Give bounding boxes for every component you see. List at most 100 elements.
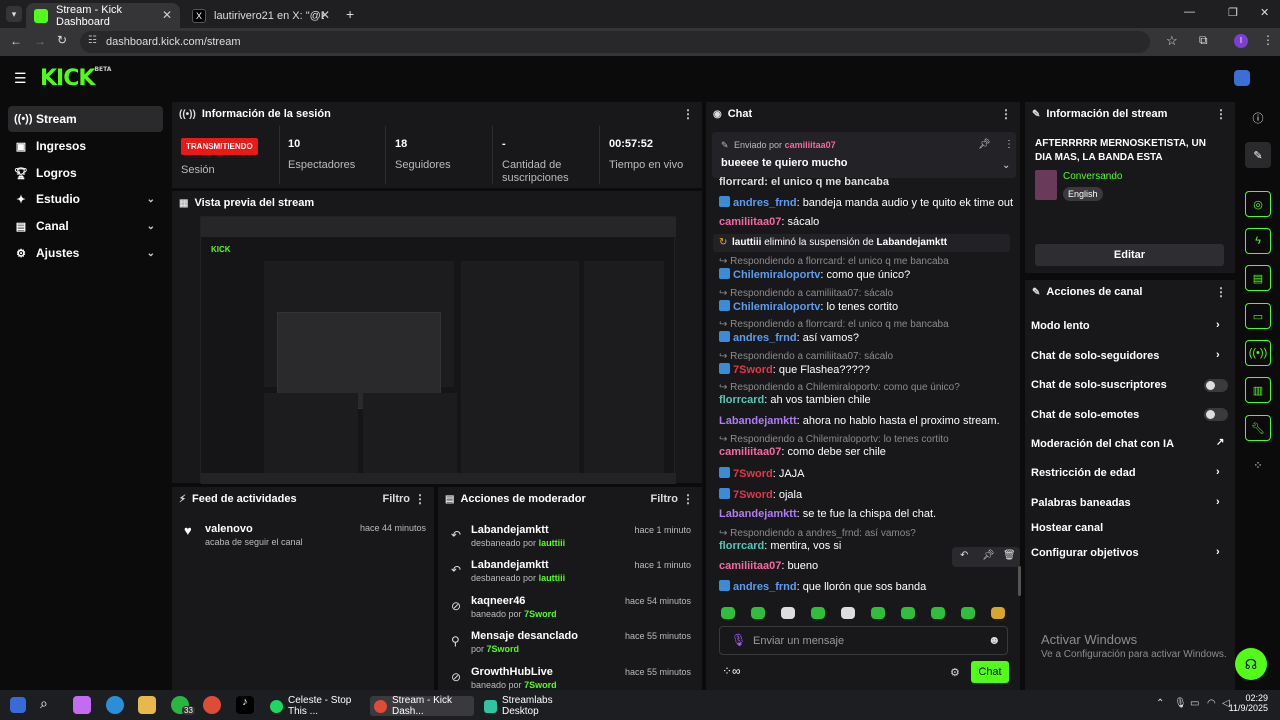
support-headset-icon[interactable]: ☊: [1235, 648, 1267, 680]
reload-icon[interactable]: ↻: [57, 33, 67, 47]
hamburger-menu-icon[interactable]: ☰: [14, 70, 27, 87]
wrench-icon[interactable]: 🔧︎: [1245, 415, 1271, 441]
clock[interactable]: 02:29 11/9/2025: [1229, 693, 1268, 713]
edge-icon[interactable]: [106, 696, 124, 714]
more-options-icon[interactable]: ⋮: [1215, 285, 1227, 299]
profile-avatar[interactable]: I: [1234, 34, 1248, 48]
chevron-right-icon[interactable]: ›: [1216, 349, 1220, 361]
battery-icon[interactable]: ▭: [1190, 698, 1199, 709]
external-link-icon[interactable]: ↗: [1216, 437, 1224, 448]
new-tab-icon[interactable]: +: [346, 6, 354, 22]
emote-icon[interactable]: [991, 607, 1005, 619]
chrome-icon[interactable]: [203, 696, 221, 714]
more-options-icon[interactable]: ⋮: [1004, 139, 1014, 150]
site-info-icon[interactable]: ☷: [88, 35, 97, 46]
edit-stream-button[interactable]: Editar: [1035, 244, 1224, 266]
stream-preview-video[interactable]: KICK: [200, 216, 676, 484]
pencil-icon[interactable]: ✎: [1245, 142, 1271, 168]
emote-icon[interactable]: [811, 607, 825, 619]
chevron-right-icon[interactable]: ›: [1216, 546, 1220, 558]
broadcast-icon[interactable]: ((•)): [1245, 340, 1271, 366]
emote-icon[interactable]: [931, 607, 945, 619]
user-avatar[interactable]: [1234, 70, 1250, 86]
camera-icon[interactable]: ◎: [1245, 191, 1271, 217]
action-banned-words[interactable]: Palabras baneadas: [1031, 497, 1131, 509]
emote-icon[interactable]: [781, 607, 795, 619]
taskbar-app-chrome[interactable]: Stream - Kick Dash...: [370, 695, 474, 717]
more-options-icon[interactable]: ⋮: [1000, 107, 1012, 121]
back-icon[interactable]: ←: [10, 34, 22, 48]
emotes-icon[interactable]: ⁘: [1245, 452, 1271, 478]
bookmark-star-icon[interactable]: ☆: [1166, 33, 1178, 49]
chevron-right-icon[interactable]: ›: [1216, 466, 1220, 478]
close-window-icon[interactable]: ✕: [1260, 6, 1269, 19]
mod-filter-button[interactable]: Filtro: [651, 493, 679, 505]
mic-tray-icon[interactable]: 🎙︎: [1174, 698, 1187, 709]
windows-start-icon[interactable]: [10, 697, 26, 713]
tray-chevron-icon[interactable]: ⌃: [1156, 698, 1164, 709]
search-icon[interactable]: ⌕: [40, 695, 48, 712]
extensions-icon[interactable]: ⧉: [1199, 33, 1208, 48]
emote-icon[interactable]: [901, 607, 915, 619]
action-host-channel[interactable]: Hostear canal: [1031, 522, 1103, 534]
tab-x-post[interactable]: X lautirivero21 en X: "@BandaMK ✕: [184, 3, 338, 28]
chevron-right-icon[interactable]: ›: [1216, 319, 1220, 331]
more-options-icon[interactable]: ⋮: [682, 492, 694, 506]
tab-kick-dashboard[interactable]: Stream - Kick Dashboard ✕: [26, 3, 180, 28]
subscribers-only-toggle[interactable]: [1204, 379, 1228, 392]
sidebar-item-canal[interactable]: ▤ Canal ⌄: [8, 213, 163, 239]
sidebar-item-ajustes[interactable]: ⚙ Ajustes ⌄: [8, 240, 163, 266]
emote-icon[interactable]: [841, 607, 855, 619]
chevron-right-icon[interactable]: ›: [1216, 496, 1220, 508]
action-ai-moderation[interactable]: Moderación del chat con IA: [1031, 438, 1174, 450]
emote-icon[interactable]: [751, 607, 765, 619]
browser-menu-icon[interactable]: ⋮: [1262, 33, 1274, 47]
action-subscribers-only[interactable]: Chat de solo-suscriptores: [1031, 379, 1167, 391]
action-emotes-only[interactable]: Chat de solo-emotes: [1031, 409, 1139, 421]
send-chat-button[interactable]: Chat: [971, 661, 1009, 683]
document-icon[interactable]: ▤: [1245, 265, 1271, 291]
file-explorer-icon[interactable]: [138, 696, 156, 714]
taskbar-app-spotify[interactable]: Celeste - Stop This ...: [266, 695, 364, 717]
tiktok-icon[interactable]: ♪: [236, 696, 254, 714]
quick-emote-icon[interactable]: ⁘∞: [722, 664, 741, 678]
close-tab-icon[interactable]: ✕: [162, 8, 172, 22]
pin-icon[interactable]: 📌︎: [982, 550, 995, 561]
taskbar-app-streamlabs[interactable]: Streamlabs Desktop: [480, 695, 580, 717]
copilot-icon[interactable]: [73, 696, 91, 714]
emote-icon[interactable]: [871, 607, 885, 619]
forward-icon[interactable]: →: [34, 34, 46, 48]
info-icon[interactable]: ⓘ: [1245, 105, 1271, 131]
chat-input[interactable]: 🎙︎ Enviar un mensaje ☻: [719, 626, 1008, 655]
emote-icon[interactable]: [961, 607, 975, 619]
kick-logo[interactable]: KICKBETA: [40, 66, 111, 91]
more-options-icon[interactable]: ⋮: [414, 492, 426, 506]
sidebar-item-estudio[interactable]: ✦ Estudio ⌄: [8, 186, 163, 212]
chat-settings-gear-icon[interactable]: ⚙: [950, 666, 960, 679]
activity-filter-button[interactable]: Filtro: [383, 493, 411, 505]
lightning-icon[interactable]: ϟ: [1245, 228, 1271, 254]
sidebar-item-logros[interactable]: 🏆︎ Logros: [8, 160, 163, 186]
delete-icon[interactable]: 🗑︎: [1003, 550, 1016, 561]
action-configure-goals[interactable]: Configurar objetivos: [1031, 547, 1139, 559]
restore-icon[interactable]: ❐: [1228, 6, 1238, 19]
emote-icon[interactable]: [721, 607, 735, 619]
chat-scrollbar[interactable]: [1018, 566, 1021, 596]
action-slow-mode[interactable]: Modo lento: [1031, 320, 1090, 332]
close-tab-icon[interactable]: ✕: [320, 8, 330, 22]
more-options-icon[interactable]: ⋮: [682, 107, 694, 121]
sidebar-item-stream[interactable]: ((•)) Stream: [8, 106, 163, 132]
more-options-icon[interactable]: ⋮: [1215, 107, 1227, 121]
action-age-restriction[interactable]: Restricción de edad: [1031, 467, 1136, 479]
reply-icon[interactable]: ↶: [960, 550, 968, 561]
wifi-icon[interactable]: ◠: [1207, 698, 1216, 709]
emoji-icon[interactable]: ☻: [988, 633, 1001, 647]
minimize-icon[interactable]: —: [1184, 6, 1195, 18]
pin-icon[interactable]: 📌︎: [978, 139, 991, 150]
address-bar[interactable]: ☷ dashboard.kick.com/stream: [80, 31, 1150, 53]
chat-bubble-icon[interactable]: ▭: [1245, 303, 1271, 329]
microphone-icon[interactable]: 🎙︎: [731, 633, 746, 647]
pinned-message[interactable]: ✎ Enviado por camiliitaa07 bueeee te qui…: [712, 132, 1016, 178]
mod-tools-icon[interactable]: ▥: [1245, 377, 1271, 403]
action-followers-only[interactable]: Chat de solo-seguidores: [1031, 350, 1159, 362]
